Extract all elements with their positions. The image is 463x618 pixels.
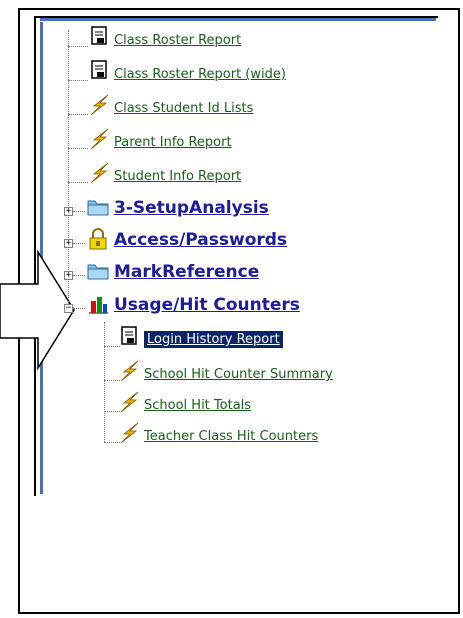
- folder-icon: [86, 196, 110, 218]
- tree-folder-label[interactable]: 3-SetupAnalysis: [114, 198, 269, 218]
- tree-node-student-info-report[interactable]: Student Info Report: [88, 162, 241, 184]
- tree-branch: [73, 211, 85, 212]
- pane-top-edge: [40, 18, 436, 21]
- tree-folder-markreference[interactable]: MarkReference: [86, 260, 259, 282]
- tree-branch: [73, 308, 85, 309]
- lightning-icon: [118, 391, 142, 413]
- tree-folder-3-setupanalysis[interactable]: 3-SetupAnalysis: [86, 196, 269, 218]
- bar-chart-icon: [86, 293, 110, 315]
- tree-folder-label[interactable]: MarkReference: [114, 262, 259, 282]
- tree-branch: [68, 182, 88, 183]
- tree-node-login-history-report[interactable]: Login History Report: [118, 326, 283, 348]
- collapse-toggle[interactable]: −: [64, 304, 73, 313]
- expand-toggle[interactable]: +: [64, 207, 73, 216]
- lightning-icon: [118, 360, 142, 382]
- tree-branch: [68, 114, 88, 115]
- expand-toggle[interactable]: +: [64, 239, 73, 248]
- tree-node-label[interactable]: Student Info Report: [114, 169, 241, 184]
- tree-node-class-student-id-lists[interactable]: Class Student Id Lists: [88, 94, 253, 116]
- report-icon: [118, 326, 142, 348]
- lightning-icon: [88, 94, 112, 116]
- tree-branch: [68, 148, 88, 149]
- tree-branch: [68, 46, 88, 47]
- expand-toggle[interactable]: +: [64, 271, 73, 280]
- tree-node-class-roster-report[interactable]: Class Roster Report: [88, 26, 241, 48]
- tree-folder-label[interactable]: Access/Passwords: [114, 230, 287, 250]
- folder-icon: [86, 260, 110, 282]
- tree-branch: [73, 243, 85, 244]
- tree-node-school-hit-totals[interactable]: School Hit Totals: [118, 391, 251, 413]
- report-icon: [88, 60, 112, 82]
- tree-folder-usage-hit-counters[interactable]: Usage/Hit Counters: [86, 293, 300, 315]
- tree-branch: [68, 80, 88, 81]
- tree-node-label[interactable]: Class Roster Report: [114, 33, 241, 48]
- tree-branch: [73, 275, 85, 276]
- tree-node-label[interactable]: School Hit Totals: [144, 398, 251, 413]
- tree-node-school-hit-counter-summary[interactable]: School Hit Counter Summary: [118, 360, 333, 382]
- tree-node-label[interactable]: Teacher Class Hit Counters: [144, 429, 318, 444]
- tree-node-teacher-class-hit-counters[interactable]: Teacher Class Hit Counters: [118, 422, 318, 444]
- lightning-icon: [88, 162, 112, 184]
- lock-icon: [86, 228, 110, 250]
- tree-folder-access-passwords[interactable]: Access/Passwords: [86, 228, 287, 250]
- tree-node-label[interactable]: Class Student Id Lists: [114, 101, 253, 116]
- lightning-icon: [88, 128, 112, 150]
- tree-node-label[interactable]: School Hit Counter Summary: [144, 367, 333, 382]
- tree-node-class-roster-report-wide[interactable]: Class Roster Report (wide): [88, 60, 286, 82]
- tree-node-label[interactable]: Parent Info Report: [114, 135, 232, 150]
- lightning-icon: [118, 422, 142, 444]
- tree-node-label[interactable]: Class Roster Report (wide): [114, 67, 286, 82]
- tree-node-label-selected[interactable]: Login History Report: [144, 331, 283, 348]
- tree-node-parent-info-report[interactable]: Parent Info Report: [88, 128, 232, 150]
- tree-line-usage: [104, 322, 105, 442]
- tree-folder-label[interactable]: Usage/Hit Counters: [114, 295, 300, 315]
- report-icon: [88, 26, 112, 48]
